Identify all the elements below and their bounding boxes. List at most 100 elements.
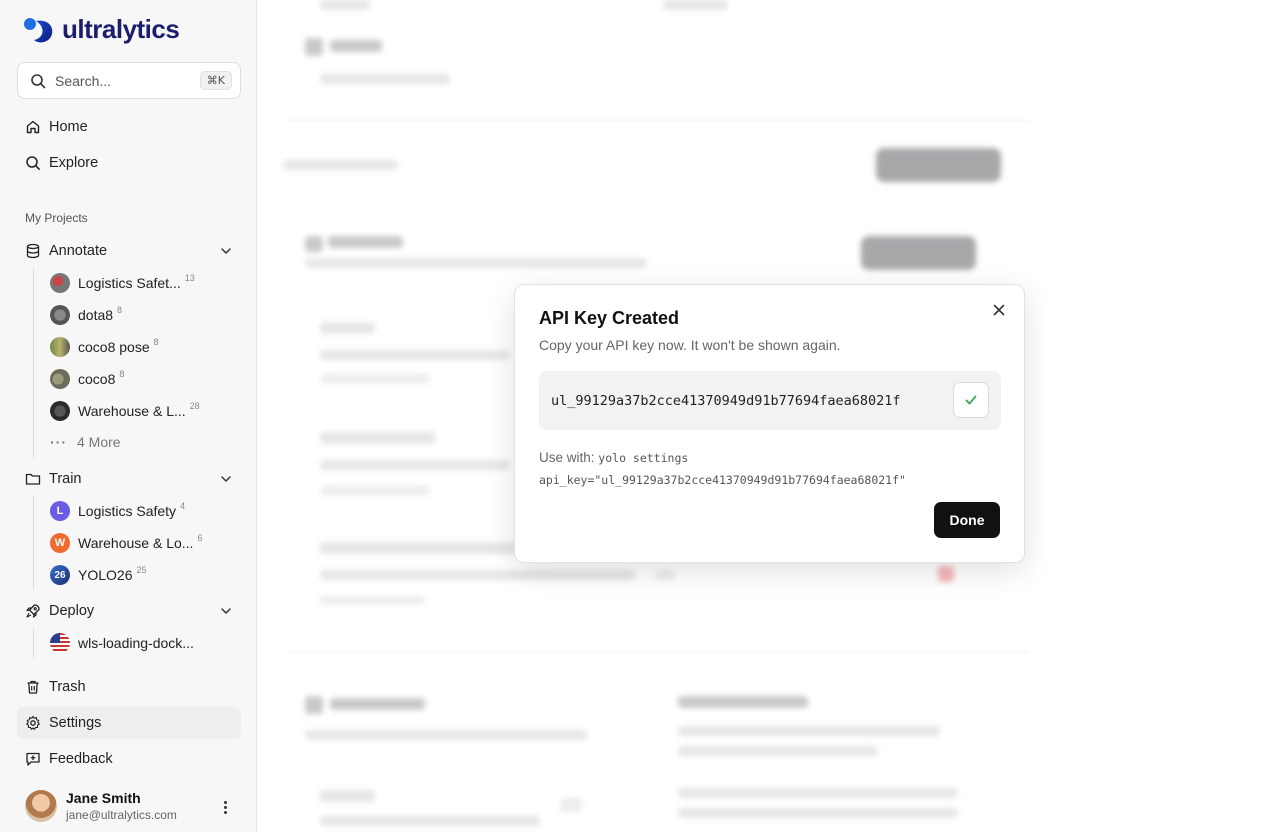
train-item-label: Logistics Safety: [78, 503, 177, 519]
annotate-item[interactable]: dota8 8: [50, 303, 122, 327]
group-deploy[interactable]: Deploy: [17, 596, 241, 626]
blurred-heading: [328, 236, 403, 248]
divider: [288, 652, 1028, 653]
usage-hint: Use with: yolo settings api_key="ul_9912…: [539, 447, 979, 491]
blurred-text: [283, 160, 398, 170]
blurred-text: [320, 74, 450, 84]
folder-icon: [25, 473, 41, 485]
api-key-value[interactable]: ul_99129a37b2cce41370949d91b77694faea680…: [551, 393, 901, 409]
item-count: 8: [117, 305, 123, 315]
project-thumbnail: [50, 337, 70, 357]
annotate-item-label: coco8 pose: [78, 339, 150, 355]
search-shortcut-badge: ⌘K: [199, 71, 232, 90]
item-count: 28: [189, 401, 200, 411]
project-avatar: L: [50, 501, 70, 521]
group-annotate-label: Annotate: [49, 243, 108, 259]
project-avatar: 26: [50, 565, 70, 585]
blurred-heading: [678, 696, 808, 708]
search-input[interactable]: Search... ⌘K: [17, 62, 241, 99]
train-item-label: YOLO26: [78, 567, 133, 583]
nav-explore[interactable]: Explore: [17, 147, 241, 179]
usage-command: yolo settings api_key="ul_99129a37b2cce4…: [539, 451, 906, 487]
api-key-created-dialog: API Key Created Copy your API key now. I…: [514, 284, 1025, 563]
brand-name: ultralytics: [62, 14, 180, 44]
user-menu-icon[interactable]: [217, 797, 233, 817]
tree-line: [33, 628, 34, 658]
ultralytics-logo-icon: [24, 17, 53, 42]
annotate-item-label: Logistics Safet...: [78, 275, 181, 291]
group-train[interactable]: Train: [17, 464, 241, 494]
user-profile[interactable]: Jane Smith jane@ultralytics.com: [25, 790, 177, 822]
done-button[interactable]: Done: [934, 502, 1000, 538]
annotate-item-label: dota8: [78, 307, 114, 323]
project-thumbnail: [50, 401, 70, 421]
group-deploy-label: Deploy: [49, 603, 95, 619]
blurred-icon: [305, 38, 323, 56]
blurred-heading: [330, 698, 425, 710]
blurred-text: [320, 0, 370, 10]
blurred-text: [305, 730, 587, 740]
chevron-down-icon[interactable]: [219, 604, 233, 618]
deploy-item-label: wls-loading-dock...: [78, 635, 194, 651]
train-item-label: Warehouse & Lo...: [78, 535, 194, 551]
annotate-item[interactable]: Warehouse & L... 28: [50, 399, 200, 423]
user-name: Jane Smith: [66, 790, 141, 806]
dialog-title: API Key Created: [539, 308, 680, 328]
blurred-heading: [330, 40, 382, 52]
blurred-icon: [305, 696, 323, 714]
blurred-text: [320, 460, 510, 470]
blurred-text: [320, 816, 540, 826]
nav-feedback[interactable]: Feedback: [17, 743, 241, 775]
nav-explore-label: Explore: [49, 155, 99, 171]
brand-logo[interactable]: ultralytics: [22, 14, 180, 45]
trash-icon: [27, 680, 39, 694]
blurred-text: [320, 486, 430, 495]
blurred-text: [678, 808, 958, 818]
blurred-button: [876, 148, 1001, 182]
dialog-subtitle: Copy your API key now. It won't be shown…: [539, 337, 841, 353]
item-count: 8: [119, 369, 125, 379]
deploy-item[interactable]: wls-loading-dock...: [50, 631, 194, 655]
project-thumbnail: [50, 305, 70, 325]
api-key-field[interactable]: ul_99129a37b2cce41370949d91b77694faea680…: [539, 371, 1001, 430]
train-item[interactable]: L Logistics Safety 4: [50, 499, 185, 523]
chevron-down-icon[interactable]: [219, 244, 233, 258]
blurred-text: [320, 570, 635, 580]
blurred-text: [320, 542, 520, 554]
blurred-text: [320, 350, 510, 360]
tree-line: [33, 268, 34, 458]
show-more-label: 4 More: [77, 434, 121, 450]
close-button[interactable]: [990, 301, 1008, 319]
copy-button[interactable]: [953, 382, 989, 418]
blurred-icon: [560, 798, 582, 812]
avatar: [25, 790, 57, 822]
item-count: 6: [197, 533, 203, 543]
nav-settings-label: Settings: [49, 715, 102, 731]
rocket-icon: [26, 604, 40, 618]
usage-prefix: Use with:: [539, 450, 595, 465]
train-item[interactable]: W Warehouse & Lo... 6: [50, 531, 202, 555]
gear-icon: [26, 715, 40, 730]
annotate-item[interactable]: coco8 pose 8: [50, 335, 159, 359]
chevron-down-icon[interactable]: [219, 472, 233, 486]
blurred-text: [320, 596, 425, 605]
home-icon: [26, 120, 40, 134]
project-avatar: W: [50, 533, 70, 553]
more-dots-icon: ···: [50, 434, 67, 450]
feedback-icon: [26, 752, 40, 766]
blurred-text: [678, 788, 958, 798]
tree-line: [33, 496, 34, 590]
group-annotate[interactable]: Annotate: [17, 236, 241, 266]
nav-settings[interactable]: Settings: [17, 707, 241, 739]
blurred-text: [320, 790, 375, 802]
nav-trash[interactable]: Trash: [17, 671, 241, 703]
show-more-link[interactable]: ··· 4 More: [50, 434, 121, 450]
search-icon: [31, 73, 46, 88]
nav-home[interactable]: Home: [17, 111, 241, 143]
blurred-delete-icon: [938, 566, 954, 582]
item-count: 4: [180, 501, 186, 511]
annotate-item[interactable]: coco8 8: [50, 367, 124, 391]
train-item[interactable]: 26 YOLO26 25: [50, 563, 147, 587]
blurred-text: [320, 432, 435, 444]
annotate-item[interactable]: Logistics Safet... 13: [50, 271, 195, 295]
